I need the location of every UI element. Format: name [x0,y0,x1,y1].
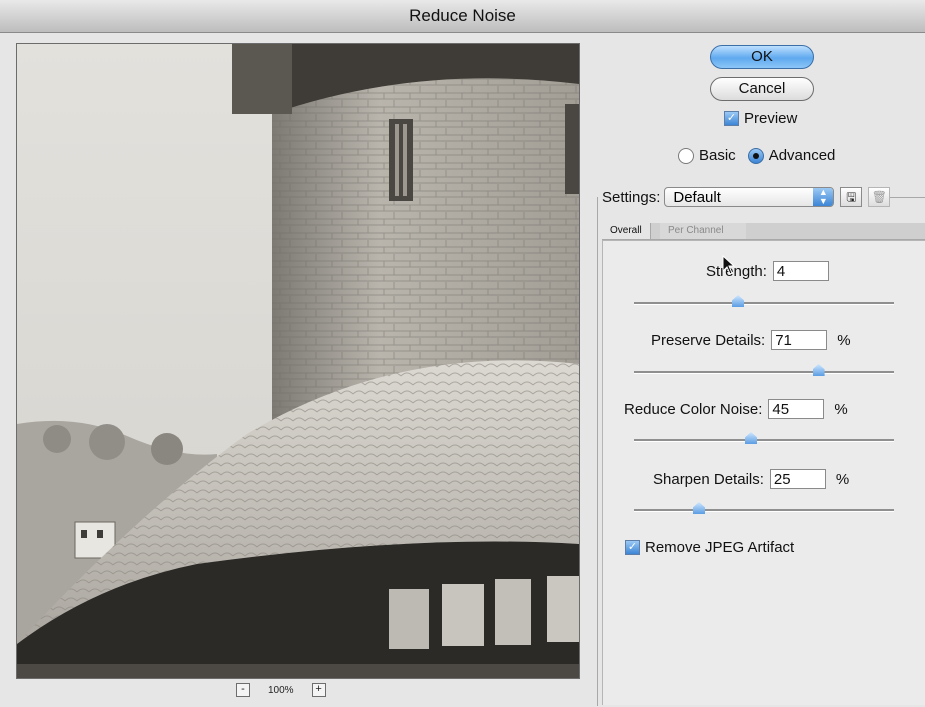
reduce-color-noise-row: Reduce Color Noise: 45 % [624,399,848,419]
preserve-details-slider[interactable] [634,366,894,376]
slider-track [634,302,894,305]
preserve-details-label: Preserve Details: [651,331,766,349]
zoom-controls: - 100% + [236,683,326,697]
basic-radio-label: Basic [699,147,736,164]
strength-slider[interactable] [634,297,894,307]
settings-select-value: Default [673,189,721,206]
preview-checkbox-label: Preview [744,109,798,127]
tab-per-channel[interactable]: Per Channel [660,223,746,239]
sharpen-details-slider-thumb[interactable] [693,502,705,514]
sharpen-details-slider[interactable] [634,504,894,514]
tab-bar: Overall Per Channel [602,223,925,240]
strength-input[interactable]: 4 [772,261,829,281]
basic-radio[interactable] [678,147,694,164]
save-settings-icon[interactable]: 🖫 [840,187,863,207]
ok-button[interactable]: OK [710,45,814,69]
remove-jpeg-artifact-checkbox[interactable]: ✓ [625,539,640,555]
mouse-pointer-icon [722,255,736,275]
sharpen-details-unit: % [835,470,850,488]
preserve-details-input[interactable]: 71 [771,330,828,350]
zoom-level: 100% [268,684,294,696]
reduce-noise-dialog: - 100% + OK Cancel ✓ Preview Basic Advanc… [0,33,925,707]
preserve-details-unit: % [837,331,851,349]
image-preview[interactable] [16,43,580,679]
slider-track [634,371,894,374]
sharpen-details-row: Sharpen Details: 25 % [653,469,849,489]
window-title-bar: Reduce Noise [0,0,925,33]
settings-row: Settings: Default ▲ ▼ 🖫 🗑 [598,185,891,209]
sharpen-details-label: Sharpen Details: [653,470,764,488]
mode-radio-group: Basic Advanced [678,147,835,164]
reduce-color-noise-slider-thumb[interactable] [745,432,757,444]
advanced-radio[interactable] [747,147,764,164]
slider-track [634,439,894,442]
preview-checkbox[interactable]: ✓ [724,110,739,126]
tab-overall[interactable]: Overall [602,223,651,239]
slider-track [634,509,894,512]
reduce-color-noise-label: Reduce Color Noise: [624,400,763,418]
preview-photo [17,44,579,678]
zoom-out-button[interactable]: - [236,683,250,697]
preserve-details-slider-thumb[interactable] [813,364,825,376]
preserve-details-row: Preserve Details: 71 % [651,330,851,350]
preview-checkbox-row[interactable]: ✓ Preview [724,109,797,127]
remove-jpeg-artifact-label: Remove JPEG Artifact [645,538,795,556]
cancel-button[interactable]: Cancel [710,77,814,101]
trash-icon[interactable]: 🗑 [868,187,891,207]
sharpen-details-input[interactable]: 25 [769,469,826,489]
strength-slider-thumb[interactable] [732,295,744,307]
reduce-color-noise-input[interactable]: 45 [768,399,825,419]
reduce-color-noise-unit: % [834,400,848,418]
chevron-updown-icon: ▲ ▼ [813,188,834,206]
reduce-color-noise-slider[interactable] [634,434,894,444]
zoom-in-button[interactable]: + [311,683,326,697]
settings-select[interactable]: Default ▲ ▼ [664,187,835,207]
advanced-radio-label: Advanced [768,147,836,164]
strength-label: Strength: [706,262,767,280]
settings-label: Settings: [602,188,661,206]
window-title: Reduce Noise [409,6,516,25]
remove-jpeg-artifact-row[interactable]: ✓ Remove JPEG Artifact [625,538,794,556]
